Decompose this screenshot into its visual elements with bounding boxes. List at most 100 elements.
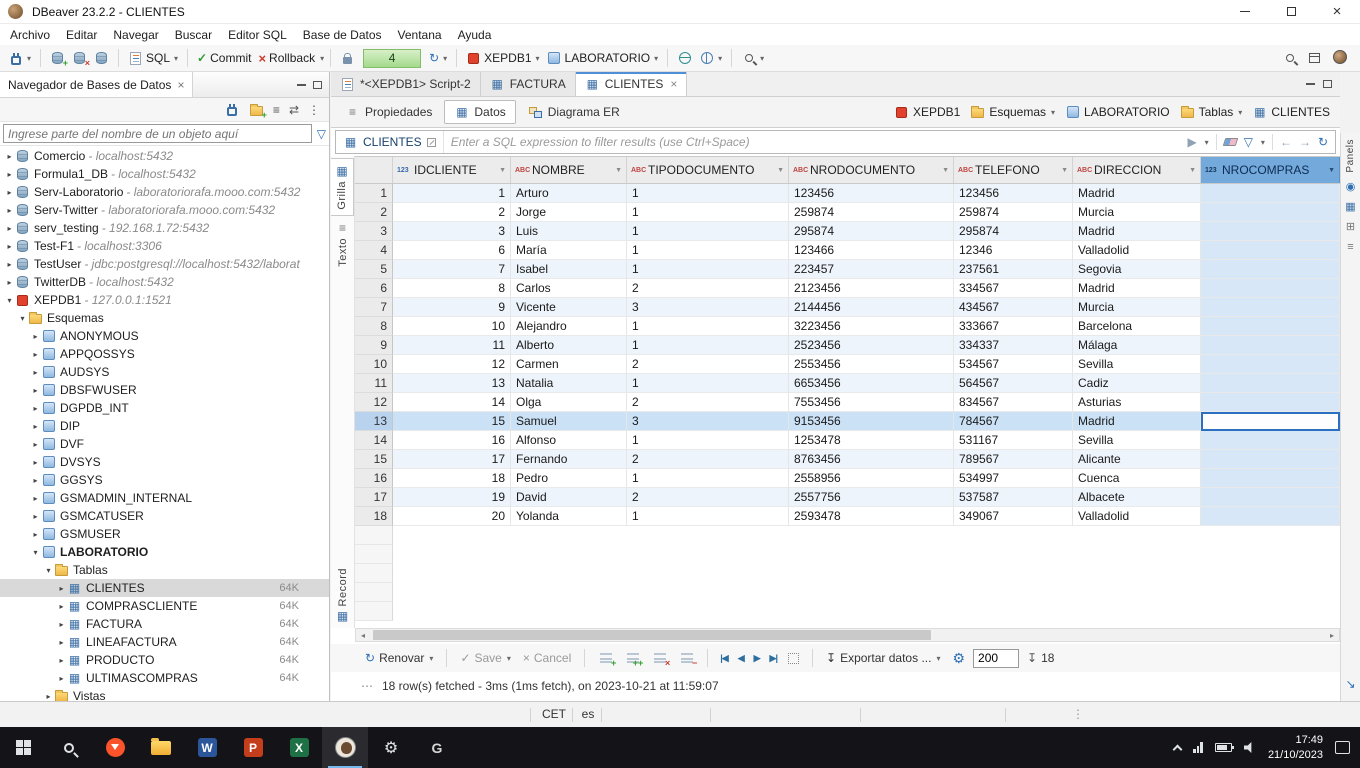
history-back-icon[interactable]: ← (1280, 135, 1292, 149)
chevron-right-icon[interactable]: ▸ (30, 530, 41, 539)
taskbar-geforce-button[interactable]: G (414, 727, 460, 768)
cell[interactable]: 3 (393, 222, 511, 241)
chevron-down-icon[interactable]: ▾ (936, 654, 940, 663)
taskbar-search-button[interactable] (46, 727, 92, 768)
chevron-down-icon[interactable]: ▾ (536, 54, 540, 63)
row-number[interactable]: 12 (355, 393, 393, 412)
column-header-nombre[interactable]: ABC NOMBRE ▼ (511, 157, 627, 183)
cell[interactable]: 9153456 (789, 412, 954, 431)
cell[interactable]: 123456 (954, 184, 1073, 203)
cell[interactable]: 6653456 (789, 374, 954, 393)
filter-table-label-group[interactable]: ▦ CLIENTES (336, 131, 444, 153)
view-tab-datos[interactable]: ▦ Datos (444, 100, 516, 124)
cell[interactable]: 534567 (954, 355, 1073, 374)
cell[interactable]: Málaga (1073, 336, 1201, 355)
taskbar-settings-button[interactable]: ⚙ (368, 727, 414, 768)
cell[interactable]: Carlos (511, 279, 627, 298)
cell[interactable]: 1 (627, 184, 789, 203)
cell[interactable]: 2593478 (789, 507, 954, 526)
cell[interactable]: Yolanda (511, 507, 627, 526)
tree-item-serv-testing[interactable]: ▸ serv_testing - 192.168.1.72:5432 (0, 219, 329, 237)
cell[interactable]: Murcia (1073, 298, 1201, 317)
chevron-right-icon[interactable]: ▸ (56, 638, 67, 647)
chevron-right-icon[interactable]: ▸ (30, 494, 41, 503)
chevron-down-icon[interactable]: ▾ (1238, 108, 1242, 117)
chevron-right-icon[interactable]: ▸ (56, 584, 67, 593)
cell[interactable]: 15 (393, 412, 511, 431)
cell[interactable]: 223457 (789, 260, 954, 279)
cell[interactable]: Valladolid (1073, 507, 1201, 526)
tree-item-comercio[interactable]: ▸ Comercio - localhost:5432 (0, 147, 329, 165)
cell[interactable]: 834567 (954, 393, 1073, 412)
row-number[interactable]: 2 (355, 203, 393, 222)
menu-buscar[interactable]: Buscar (167, 26, 220, 44)
chevron-right-icon[interactable]: ▸ (30, 512, 41, 521)
record-mode-toggle[interactable]: Record ▦ (331, 563, 354, 628)
cell[interactable]: Madrid (1073, 279, 1201, 298)
row-number[interactable]: 8 (355, 317, 393, 336)
minimize-button[interactable] (1222, 0, 1268, 23)
value-viewer-panel-icon[interactable]: ◉ (1346, 181, 1356, 193)
menu-editar[interactable]: Editar (58, 26, 105, 44)
cell[interactable]: 2 (627, 279, 789, 298)
cell[interactable]: 18 (393, 469, 511, 488)
tree-item-serv-laboratorio[interactable]: ▸ Serv-Laboratorio - laboratoriorafa.mooo… (0, 183, 329, 201)
cell[interactable]: Barcelona (1073, 317, 1201, 336)
maximize-results-icon[interactable]: ↘ (1345, 677, 1355, 691)
breadcrumb-xepdb1[interactable]: XEPDB1 (890, 103, 964, 121)
cell[interactable]: 1 (627, 317, 789, 336)
column-header-telefono[interactable]: ABC TELEFONO ▼ (954, 157, 1073, 183)
cell[interactable]: Olga (511, 393, 627, 412)
quick-search-button[interactable] (1282, 51, 1297, 65)
cell[interactable]: 334567 (954, 279, 1073, 298)
cell[interactable]: 2144456 (789, 298, 954, 317)
horizontal-scrollbar[interactable]: ◂ ▸ (355, 628, 1340, 642)
view-tab-propiedades[interactable]: ≡ Propiedades (335, 100, 442, 124)
cell[interactable]: 537587 (954, 488, 1073, 507)
breadcrumb-esquemas[interactable]: Esquemas ▾ (966, 103, 1059, 121)
column-sort-dropdown[interactable]: ▼ (1186, 167, 1196, 174)
start-button[interactable] (0, 727, 46, 768)
chevron-right-icon[interactable]: ▸ (30, 404, 41, 413)
cell[interactable]: 237561 (954, 260, 1073, 279)
chevron-down-icon[interactable]: ▾ (43, 566, 54, 575)
minimize-view-icon[interactable] (297, 83, 306, 86)
discard-changes-button[interactable]: − (675, 649, 698, 668)
search-button[interactable]: ▾ (738, 49, 767, 67)
cell[interactable] (1201, 203, 1340, 222)
chevron-right-icon[interactable]: ▸ (4, 152, 15, 161)
new-sql-editor-button[interactable]: SQL ▾ (125, 49, 181, 67)
breadcrumb-laboratorio[interactable]: LABORATORIO (1061, 103, 1174, 121)
row-number[interactable]: 4 (355, 241, 393, 260)
presentation-tab-text[interactable]: ≡ Texto (331, 216, 354, 272)
cell[interactable]: 6 (393, 241, 511, 260)
cell[interactable]: 20 (393, 507, 511, 526)
notification-center-icon[interactable] (1335, 741, 1350, 754)
cell[interactable] (1201, 507, 1340, 526)
tree-item-dip[interactable]: ▸ DIP (0, 417, 329, 435)
cell[interactable]: 3223456 (789, 317, 954, 336)
auto-commit-lock-button[interactable] (337, 49, 358, 67)
filter-funnel-icon[interactable]: ▽ (317, 128, 326, 140)
cell[interactable]: 1253478 (789, 431, 954, 450)
view-menu-icon[interactable]: ⋮ (308, 103, 320, 117)
chevron-right-icon[interactable]: ▸ (56, 674, 67, 683)
menu-ventana[interactable]: Ventana (390, 26, 450, 44)
tree-item-laboratorio[interactable]: ▾ LABORATORIO (0, 543, 329, 561)
maximize-editor-icon[interactable] (1323, 80, 1332, 88)
cell[interactable]: David (511, 488, 627, 507)
tree-item-serv-twitter[interactable]: ▸ Serv-Twitter - laboratoriorafa.mooo.com… (0, 201, 329, 219)
maximize-view-icon[interactable] (313, 80, 322, 89)
cell[interactable]: 1 (627, 374, 789, 393)
tree-item-dvsys[interactable]: ▸ DVSYS (0, 453, 329, 471)
fetch-size-input[interactable] (973, 648, 1020, 668)
grouping-panel-icon[interactable]: ▦ (1345, 201, 1355, 213)
cell[interactable] (1201, 450, 1340, 469)
history-forward-icon[interactable]: → (1299, 135, 1311, 149)
chevron-down-icon[interactable]: ▾ (718, 54, 722, 63)
cell[interactable]: Fernando (511, 450, 627, 469)
cell[interactable]: 434567 (954, 298, 1073, 317)
cell[interactable]: 1 (393, 184, 511, 203)
chevron-right-icon[interactable]: ▸ (30, 422, 41, 431)
tree-item-factura[interactable]: ▸ ▦ FACTURA 64K (0, 615, 329, 633)
